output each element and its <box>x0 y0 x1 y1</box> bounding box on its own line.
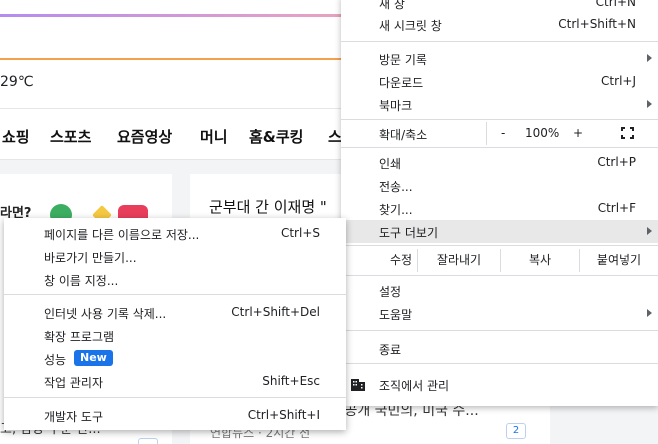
chrome-main-menu: 새 창 Ctrl+N 새 시크릿 창 Ctrl+Shift+N 방문 기록 다운… <box>341 0 658 406</box>
menu-item-new-window[interactable]: 새 창 Ctrl+N <box>341 0 658 14</box>
nav-item-partial[interactable]: 스 <box>328 126 342 147</box>
menu-label: 전송... <box>379 180 413 194</box>
menu-shortcut: Ctrl+Shift+N <box>558 17 636 31</box>
menu-divider <box>341 41 658 42</box>
submenu-item-save-page[interactable]: 페이지를 다른 이름으로 저장... Ctrl+S <box>4 222 346 244</box>
menu-label: 방문 기록 <box>379 53 427 67</box>
menu-item-bookmarks[interactable]: 북마크 <box>341 93 658 116</box>
copy-button[interactable]: 복사 <box>501 249 579 272</box>
submenu-item-create-shortcut[interactable]: 바로가기 만들기... <box>4 245 346 267</box>
menu-item-find[interactable]: 찾기... Ctrl+F <box>341 197 658 220</box>
menu-shortcut: Shift+Esc <box>262 374 320 388</box>
menu-item-downloads[interactable]: 다운로드 Ctrl+J <box>341 70 658 93</box>
submenu-arrow-icon <box>647 227 652 235</box>
menu-item-edit: 수정 잘라내기 복사 붙여넣기 <box>341 249 658 272</box>
building-icon <box>351 379 365 391</box>
submenu-item-extensions[interactable]: 확장 프로그램 <box>4 324 346 346</box>
submenu-item-performance[interactable]: 성능 New <box>4 347 346 369</box>
comment-count-badge[interactable]: 2 <box>506 423 526 439</box>
menu-item-zoom: 확대/축소 - 100% + <box>341 122 658 145</box>
menu-label: 성능 <box>44 353 67 367</box>
menu-shortcut: Ctrl+P <box>597 155 636 169</box>
submenu-arrow-icon <box>647 309 652 317</box>
menu-shortcut: Ctrl+N <box>595 0 636 9</box>
submenu-arrow-icon <box>647 100 652 108</box>
menu-shortcut: Ctrl+F <box>597 201 636 215</box>
menu-label: 도움말 <box>379 308 413 322</box>
menu-label: 조직에서 관리 <box>379 379 450 393</box>
menu-divider <box>341 147 658 148</box>
menu-divider <box>341 363 658 364</box>
menu-item-help[interactable]: 도움말 <box>341 302 658 325</box>
menu-label: 북마크 <box>379 99 413 113</box>
menu-label: 찾기... <box>379 203 413 217</box>
menu-label: 바로가기 만들기... <box>44 251 137 265</box>
menu-divider <box>341 330 658 331</box>
menu-item-cast[interactable]: 전송... <box>341 174 658 197</box>
submenu-arrow-icon <box>647 54 652 62</box>
menu-label: 확장 프로그램 <box>44 330 115 344</box>
menu-label: 인터넷 사용 기록 삭제... <box>44 307 167 321</box>
submenu-item-clear-data[interactable]: 인터넷 사용 기록 삭제... Ctrl+Shift+Del <box>4 301 346 323</box>
zoom-out-button[interactable]: - <box>501 126 505 140</box>
menu-item-exit[interactable]: 종료 <box>341 337 658 360</box>
menu-divider <box>4 294 346 295</box>
menu-shortcut: Ctrl+S <box>280 226 320 240</box>
menu-shortcut: Ctrl+Shift+I <box>247 408 320 422</box>
menu-label: 페이지를 다른 이름으로 저장... <box>44 228 200 242</box>
fullscreen-icon[interactable] <box>621 127 634 139</box>
nav-item-shopping[interactable]: 쇼핑 <box>2 126 30 147</box>
menu-label: 새 창 <box>379 0 405 11</box>
weather-temperature: 29℃ <box>0 74 34 90</box>
cut-button[interactable]: 잘라내기 <box>418 249 500 272</box>
menu-label: 인쇄 <box>379 157 402 171</box>
menu-divider <box>341 245 658 246</box>
menu-label: 다운로드 <box>379 76 424 90</box>
comment-count-badge-partial[interactable] <box>138 438 158 444</box>
menu-label: 확대/축소 <box>379 128 428 142</box>
nav-item-money[interactable]: 머니 <box>200 126 228 147</box>
menu-item-more-tools[interactable]: 도구 더보기 <box>341 220 658 243</box>
menu-shortcut: Ctrl+Shift+Del <box>231 305 320 319</box>
menu-divider <box>4 397 346 398</box>
menu-label: 창 이름 지정... <box>44 274 119 288</box>
menu-label: 새 시크릿 창 <box>379 19 442 33</box>
more-tools-submenu: 페이지를 다른 이름으로 저장... Ctrl+S 바로가기 만들기... 창 … <box>4 218 346 430</box>
nav-item-sports[interactable]: 스포츠 <box>50 126 91 147</box>
menu-shortcut: Ctrl+J <box>601 74 636 88</box>
menu-divider <box>341 119 658 120</box>
menu-item-history[interactable]: 방문 기록 <box>341 47 658 70</box>
menu-item-managed[interactable]: 조직에서 관리 <box>341 373 658 396</box>
zoom-divider <box>486 122 487 145</box>
nav-item-videos[interactable]: 요즘영상 <box>117 126 172 147</box>
zoom-level: 100% <box>525 126 560 140</box>
nav-item-home-cooking[interactable]: 홈&쿠킹 <box>249 126 303 147</box>
submenu-item-name-window[interactable]: 창 이름 지정... <box>4 268 346 290</box>
news-headline[interactable]: 군부대 간 이재명 " <box>209 196 327 217</box>
new-badge: New <box>74 350 113 366</box>
zoom-in-button[interactable]: + <box>573 126 583 140</box>
menu-label: 도구 더보기 <box>379 226 439 240</box>
submenu-item-task-manager[interactable]: 작업 관리자 Shift+Esc <box>4 370 346 392</box>
submenu-item-dev-tools[interactable]: 개발자 도구 Ctrl+Shift+I <box>4 404 346 426</box>
menu-item-settings[interactable]: 설정 <box>341 279 658 302</box>
menu-label: 개발자 도구 <box>44 410 104 424</box>
menu-label: 설정 <box>379 285 402 299</box>
menu-item-print[interactable]: 인쇄 Ctrl+P <box>341 151 658 174</box>
menu-label: 작업 관리자 <box>44 376 104 390</box>
menu-label: 종료 <box>379 343 402 357</box>
menu-divider <box>341 275 658 276</box>
menu-item-new-incognito[interactable]: 새 시크릿 창 Ctrl+Shift+N <box>341 13 658 36</box>
paste-button[interactable]: 붙여넣기 <box>580 249 658 272</box>
